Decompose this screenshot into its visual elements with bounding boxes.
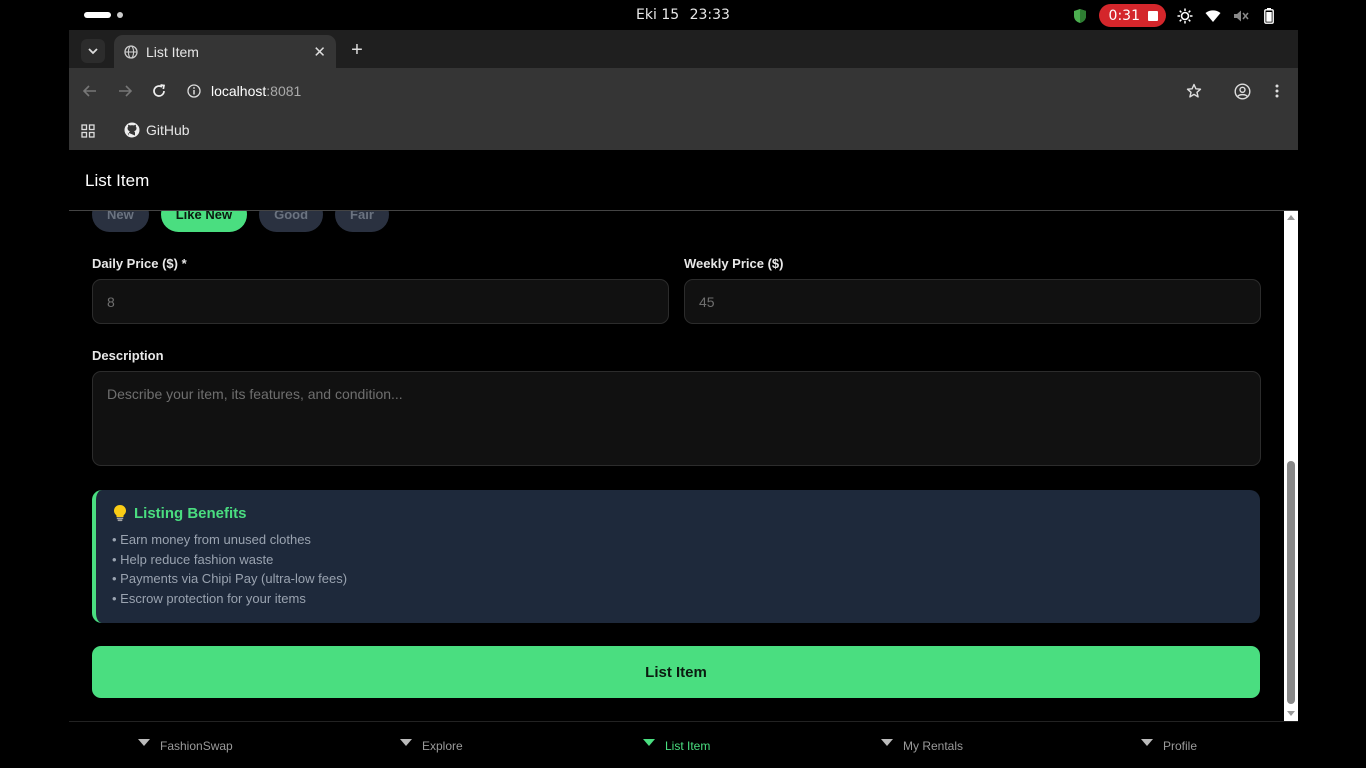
nav-tab-icon [881, 738, 893, 746]
nav-tab-icon [400, 738, 412, 746]
more-vertical-icon [1275, 84, 1279, 98]
tab-search-button[interactable] [81, 39, 105, 63]
stop-icon[interactable] [1148, 10, 1158, 21]
description-label: Description [92, 348, 164, 363]
nav-item-fashionswap[interactable]: FashionSwap [138, 738, 233, 753]
condition-option-like-new[interactable]: Like New [160, 211, 248, 232]
nav-item-my-rentals[interactable]: My Rentals [881, 738, 964, 753]
condition-option-good[interactable]: Good [259, 211, 324, 232]
weekly-price-value: 45 [699, 293, 715, 310]
bookmarks-bar: GitHub [69, 114, 1298, 150]
system-tray: 0:31 [1071, 4, 1278, 27]
back-button[interactable] [80, 81, 100, 101]
scroll-up-arrow[interactable] [1287, 215, 1295, 220]
bookmark-github[interactable]: GitHub [124, 122, 190, 138]
url-host: localhost [211, 83, 267, 99]
os-top-bar: Eki 15 23:33 0:31 [0, 0, 1366, 30]
date-text: Eki 15 [636, 7, 680, 23]
nav-item-profile[interactable]: Profile [1141, 738, 1198, 753]
daily-price-value: 8 [107, 293, 115, 310]
browser-chrome: List Item ✕ + localhost:8081 GitHub [69, 30, 1298, 150]
reload-icon [153, 84, 166, 97]
benefits-title-row: Listing Benefits [112, 504, 1244, 522]
scroll-thumb[interactable] [1287, 461, 1295, 704]
arrow-right-icon [119, 85, 132, 97]
lightbulb-icon [114, 505, 126, 522]
page-title: List Item [85, 171, 150, 190]
wifi-icon[interactable] [1204, 7, 1222, 25]
nav-label: FashionSwap [160, 739, 233, 753]
tab-title: List Item [146, 44, 199, 60]
benefit-item: • Earn money from unused clothes [112, 532, 311, 547]
github-icon [124, 122, 140, 138]
benefit-item: • Payments via Chipi Pay (ultra-low fees… [112, 571, 348, 586]
benefit-item: • Help reduce fashion waste [112, 551, 274, 567]
list-item-submit-button[interactable]: List Item [92, 646, 1260, 698]
daily-price-input[interactable]: 8 [92, 279, 669, 324]
record-time: 0:31 [1108, 7, 1140, 24]
forward-button[interactable] [115, 81, 135, 101]
tab-strip: List Item ✕ + [69, 30, 1298, 69]
browser-toolbar: localhost:8081 [69, 68, 1298, 114]
app-header: List Item [69, 150, 1298, 211]
condition-option-fair[interactable]: Fair [335, 211, 389, 232]
bookmark-github-label: GitHub [146, 122, 190, 138]
scroll-down-arrow[interactable] [1287, 711, 1295, 716]
screen-record-indicator[interactable]: 0:31 [1098, 4, 1166, 27]
volume-muted-icon[interactable] [1232, 7, 1250, 25]
nav-label: List Item [665, 739, 711, 753]
benefits-title: Listing Benefits [134, 504, 247, 522]
nav-label: Explore [422, 739, 463, 753]
shield-icon[interactable] [1071, 7, 1089, 25]
profile-button[interactable] [1232, 81, 1252, 101]
apps-grid-icon[interactable] [81, 124, 95, 138]
nav-item-list-item[interactable]: List Item [643, 738, 711, 753]
account-icon [1233, 82, 1251, 100]
nav-item-explore[interactable]: Explore [400, 738, 463, 753]
arrow-left-icon [83, 85, 96, 97]
url-text: localhost:8081 [211, 83, 301, 99]
address-bar[interactable]: localhost:8081 [187, 76, 301, 106]
brightness-icon[interactable] [1176, 7, 1194, 25]
listing-benefits-card: Listing Benefits • Earn money from unuse… [92, 490, 1260, 623]
description-placeholder: Describe your item, its features, and co… [107, 386, 403, 402]
globe-icon [124, 45, 138, 59]
chevron-down-icon [88, 47, 98, 54]
list-item-form: New Like New Good Fair Daily Price ($) *… [69, 211, 1284, 721]
daily-price-label: Daily Price ($) * [92, 256, 187, 271]
nav-label: My Rentals [903, 739, 964, 753]
description-textarea[interactable]: Describe your item, its features, and co… [92, 371, 1261, 466]
battery-icon[interactable] [1260, 7, 1278, 25]
browser-tab[interactable]: List Item ✕ [114, 35, 336, 69]
bottom-navigation: FashionSwap Explore List Item My Rentals… [69, 721, 1298, 768]
condition-selector: New Like New Good Fair [92, 211, 389, 232]
star-icon [1186, 83, 1202, 98]
url-port: :8081 [266, 83, 302, 99]
close-tab-icon[interactable]: ✕ [313, 43, 326, 61]
weekly-price-label: Weekly Price ($) [684, 256, 784, 271]
bookmark-star-button[interactable] [1184, 81, 1204, 101]
content-scrollbar[interactable] [1284, 211, 1298, 721]
nav-tab-icon [1141, 738, 1153, 746]
time-text: 23:33 [689, 7, 730, 23]
menu-button[interactable] [1267, 81, 1287, 101]
site-info-icon[interactable] [187, 84, 201, 98]
nav-tab-icon [643, 738, 655, 746]
weekly-price-input[interactable]: 45 [684, 279, 1261, 324]
benefit-item: • Escrow protection for your items [112, 590, 306, 606]
new-tab-button[interactable]: + [346, 39, 368, 61]
reload-button[interactable] [149, 81, 169, 101]
condition-option-new[interactable]: New [92, 211, 149, 232]
nav-label: Profile [1163, 739, 1198, 753]
nav-tab-icon [138, 738, 150, 746]
